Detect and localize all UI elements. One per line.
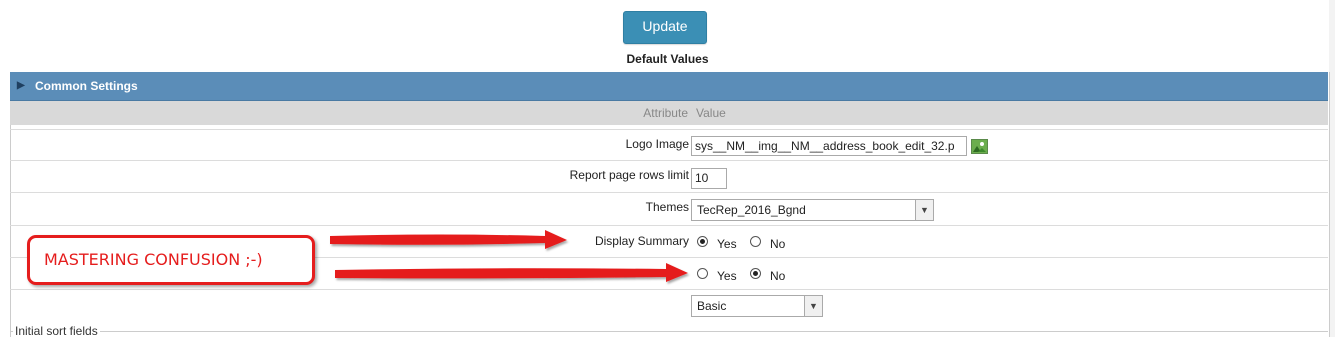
annotation-arrows — [330, 230, 688, 282]
arrow-to-unlabeled-toggle-icon — [335, 263, 688, 282]
arrow-to-display-summary-icon — [330, 230, 567, 249]
